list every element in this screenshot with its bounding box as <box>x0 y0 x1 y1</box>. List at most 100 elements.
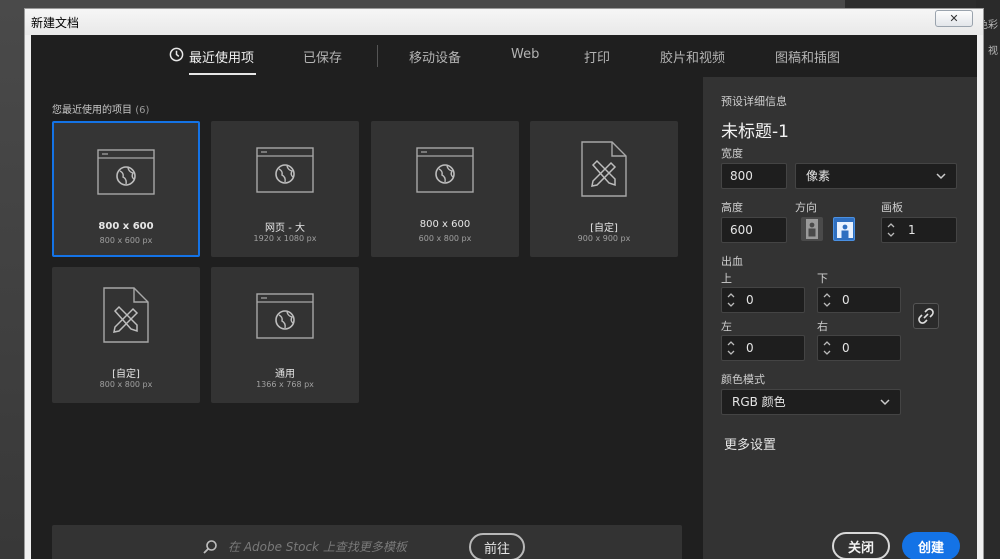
bleed-bottom-label: 下 <box>817 272 828 285</box>
bleed-left-label: 左 <box>721 320 732 333</box>
chevron-down-icon <box>880 399 890 406</box>
color-mode-value: RGB 颜色 <box>732 395 786 409</box>
card-name: [自定] <box>112 369 140 380</box>
card-dimensions: 900 x 900 px <box>577 234 631 243</box>
landscape-icon <box>837 222 853 238</box>
orientation-label: 方向 <box>795 201 817 214</box>
bleed-right-label: 右 <box>817 320 828 333</box>
stock-search-bar: 前往 <box>52 525 682 559</box>
go-button[interactable]: 前往 <box>469 533 525 559</box>
landscape-button[interactable] <box>833 217 855 241</box>
tab-mobile[interactable]: 移动设备 <box>409 47 461 66</box>
tab-recent[interactable]: 最近使用项 <box>189 47 254 66</box>
card-dimensions: 800 x 800 px <box>99 380 153 389</box>
card-thumbnail <box>416 147 474 197</box>
color-mode-label: 颜色模式 <box>721 373 765 386</box>
new-document-dialog: 新建文档 ✕ 最近使用项 已保存 移动设备 Web 打印 胶片和视频 图稿和插图… <box>24 8 984 559</box>
tab-web[interactable]: Web <box>511 47 539 62</box>
link-icon <box>918 308 934 324</box>
stepper-arrows-icon <box>727 341 735 355</box>
stepper-arrows-icon <box>823 293 831 307</box>
bleed-top-value: 0 <box>746 293 754 307</box>
stock-search-input[interactable] <box>228 537 478 557</box>
card-dimensions: 800 x 600 px <box>99 236 153 245</box>
bleed-right-value: 0 <box>842 341 850 355</box>
tab-bar: 最近使用项 已保存 移动设备 Web 打印 胶片和视频 图稿和插图 <box>31 35 977 77</box>
bleed-left-stepper[interactable]: 0 <box>721 335 805 361</box>
tab-saved[interactable]: 已保存 <box>303 47 342 66</box>
color-mode-select[interactable]: RGB 颜色 <box>721 389 901 415</box>
artboard-label: 画板 <box>881 201 903 214</box>
bleed-label: 出血 <box>721 255 743 268</box>
card-name: 通用 <box>275 369 295 380</box>
dialog-content: 最近使用项 已保存 移动设备 Web 打印 胶片和视频 图稿和插图 您最近使用的… <box>31 35 977 559</box>
bleed-bottom-stepper[interactable]: 0 <box>817 287 901 313</box>
bleed-right-stepper[interactable]: 0 <box>817 335 901 361</box>
portrait-button[interactable] <box>801 217 823 241</box>
card-thumbnail <box>581 141 627 201</box>
recent-items-area: 您最近使用的项目 (6) 800 x 600 800 x 600 px 网页 - 大… <box>31 77 703 559</box>
link-bleed-button[interactable] <box>913 303 939 329</box>
card-dimensions: 600 x 800 px <box>418 234 472 243</box>
active-tab-indicator <box>189 73 256 75</box>
bleed-top-stepper[interactable]: 0 <box>721 287 805 313</box>
card-thumbnail <box>103 287 149 347</box>
dialog-title: 新建文档 <box>31 16 80 30</box>
more-settings-link[interactable]: 更多设置 <box>724 434 776 453</box>
recent-items-label: 您最近使用的项目 (6) <box>52 101 149 116</box>
titlebar: 新建文档 ✕ <box>25 9 983 35</box>
card-name: 网页 - 大 <box>265 223 305 234</box>
background-text: 视 <box>988 46 998 57</box>
recent-items-title: 您最近使用的项目 <box>52 105 132 116</box>
stepper-arrows-icon <box>887 223 895 237</box>
artboard-value: 1 <box>908 223 916 237</box>
recent-item-card[interactable]: 通用 1366 x 768 px <box>211 267 359 403</box>
unit-value: 像素 <box>806 169 831 183</box>
tab-divider <box>377 45 378 67</box>
artboard-stepper[interactable]: 1 <box>881 217 957 243</box>
custom-doc-icon <box>581 141 627 197</box>
height-input[interactable]: 600 <box>721 217 787 243</box>
chevron-down-icon <box>936 173 946 180</box>
card-thumbnail <box>97 149 155 199</box>
recent-item-card[interactable]: 800 x 600 600 x 800 px <box>371 121 519 257</box>
card-name: 800 x 600 <box>98 221 154 232</box>
stepper-arrows-icon <box>823 341 831 355</box>
tab-film-video[interactable]: 胶片和视频 <box>660 47 725 66</box>
web-icon <box>256 147 314 193</box>
card-name: [自定] <box>590 223 618 234</box>
height-label: 高度 <box>721 201 743 214</box>
window-close-button[interactable]: ✕ <box>935 10 973 27</box>
tab-art-illustration[interactable]: 图稿和插图 <box>775 47 840 66</box>
create-button[interactable]: 创建 <box>902 532 960 559</box>
unit-select[interactable]: 像素 <box>795 163 957 189</box>
portrait-icon <box>806 219 818 239</box>
width-label: 宽度 <box>721 147 743 160</box>
tab-print[interactable]: 打印 <box>584 47 610 66</box>
recent-item-card[interactable]: 网页 - 大 1920 x 1080 px <box>211 121 359 257</box>
bleed-top-label: 上 <box>721 272 732 285</box>
close-icon: ✕ <box>949 12 959 25</box>
card-name: 800 x 600 <box>419 219 471 230</box>
bleed-bottom-value: 0 <box>842 293 850 307</box>
preset-details-panel: 预设详细信息 未标题-1 宽度 800 像素 高度 600 方向 画板 1 出血… <box>703 77 977 559</box>
preset-details-label: 预设详细信息 <box>721 95 787 108</box>
recent-item-card[interactable]: 800 x 600 800 x 600 px <box>52 121 200 257</box>
close-button[interactable]: 关闭 <box>832 532 890 559</box>
bleed-left-value: 0 <box>746 341 754 355</box>
web-icon <box>416 147 474 193</box>
card-dimensions: 1920 x 1080 px <box>253 234 317 243</box>
clock-icon <box>169 47 184 62</box>
card-thumbnail <box>256 293 314 343</box>
recent-item-card[interactable]: [自定] 800 x 800 px <box>52 267 200 403</box>
card-thumbnail <box>256 147 314 197</box>
custom-doc-icon <box>103 287 149 343</box>
width-input[interactable]: 800 <box>721 163 787 189</box>
stepper-arrows-icon <box>727 293 735 307</box>
card-dimensions: 1366 x 768 px <box>256 380 314 389</box>
web-icon <box>256 293 314 339</box>
web-icon <box>97 149 155 195</box>
search-icon <box>203 540 217 554</box>
document-name-field[interactable]: 未标题-1 <box>721 117 789 142</box>
recent-item-card[interactable]: [自定] 900 x 900 px <box>530 121 678 257</box>
